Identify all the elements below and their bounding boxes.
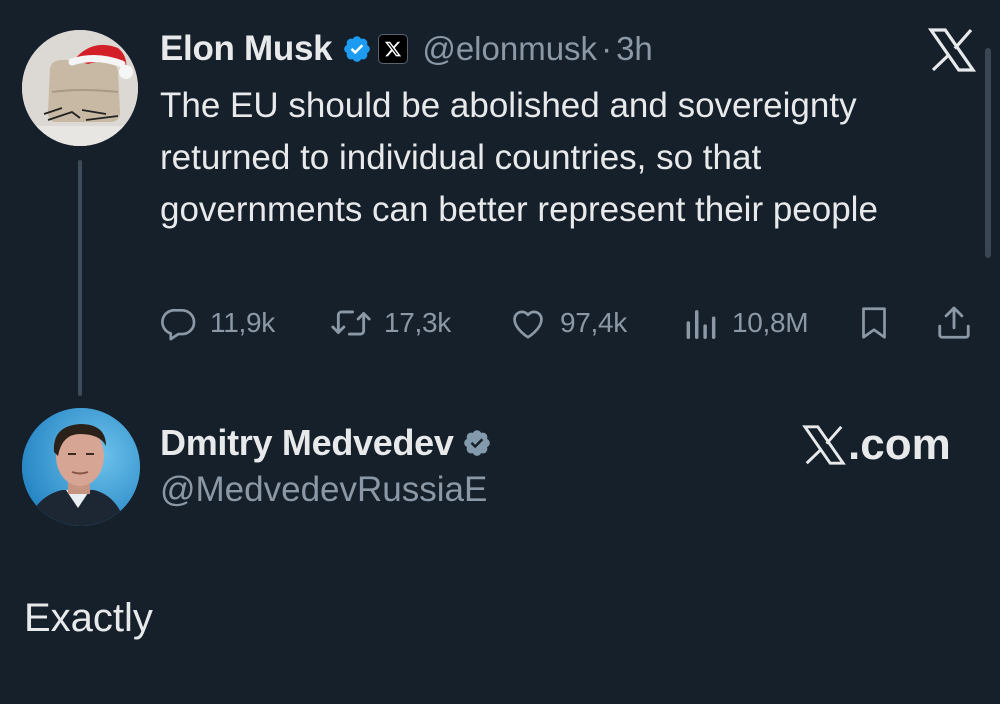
- avatar-elon-musk[interactable]: [22, 30, 138, 146]
- heart-icon: [513, 310, 543, 339]
- bookmark-icon: [862, 307, 886, 339]
- like-count: 97,4k: [560, 307, 627, 338]
- bookmark-button[interactable]: [856, 300, 892, 346]
- tweet-header: Elon Musk @elonmusk · 3h: [160, 26, 653, 72]
- x-affiliate-icon: [378, 34, 409, 64]
- reply-count: 11,9k: [210, 307, 275, 338]
- x-logo-icon: [802, 425, 846, 465]
- tweet-text: The EU should be abolished and sovereign…: [160, 86, 878, 229]
- reply-header: Dmitry Medvedev: [160, 420, 492, 466]
- author-handle[interactable]: @elonmusk: [422, 30, 597, 68]
- thread-connector-line: [78, 160, 82, 396]
- like-button[interactable]: 97,4k: [508, 300, 627, 346]
- scrollbar[interactable]: [985, 48, 991, 258]
- author-name[interactable]: Elon Musk: [160, 29, 333, 69]
- views-icon: [686, 310, 716, 339]
- verified-gray-icon: [463, 430, 490, 456]
- reply-author-name[interactable]: Dmitry Medvedev: [160, 422, 454, 464]
- view-count: 10,8M: [732, 307, 809, 338]
- reply-text: Exactly: [24, 596, 153, 640]
- retweet-button[interactable]: 17,3k: [330, 300, 451, 346]
- avatar-dmitry-medvedev[interactable]: [22, 408, 140, 526]
- x-com-watermark: .com: [802, 420, 951, 470]
- share-button[interactable]: [935, 300, 973, 346]
- x-logo-icon: [928, 28, 976, 72]
- share-icon: [938, 306, 970, 339]
- tweet-timestamp[interactable]: 3h: [616, 30, 653, 68]
- reply-button[interactable]: 11,9k: [160, 300, 275, 346]
- reply-icon: [161, 308, 196, 341]
- retweet-count: 17,3k: [384, 307, 451, 338]
- separator-dot: ·: [601, 30, 613, 67]
- retweet-icon: [331, 310, 371, 336]
- views-button[interactable]: 10,8M: [682, 300, 809, 346]
- verified-icon: [344, 36, 371, 62]
- site-label: .com: [848, 420, 951, 469]
- reply-author-handle[interactable]: @MedvedevRussiaE: [160, 470, 487, 510]
